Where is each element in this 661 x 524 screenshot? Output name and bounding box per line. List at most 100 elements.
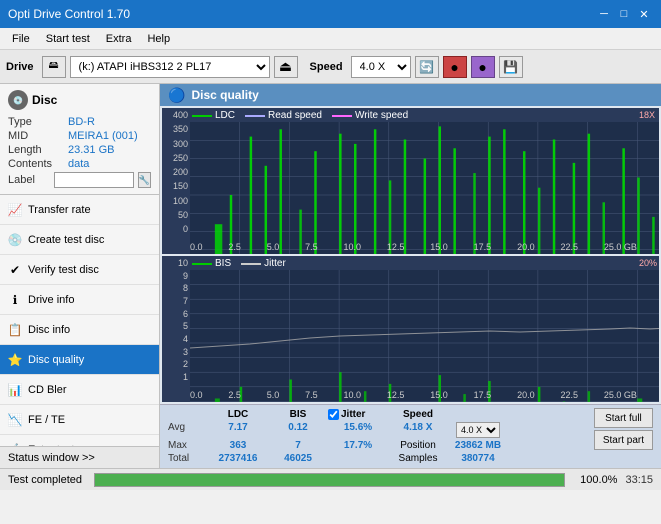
col-speed-header: Speed [388, 408, 448, 421]
label-edit-btn[interactable]: 🔧 [138, 172, 151, 188]
stats-header-row: LDC BIS Jitter Speed [168, 408, 586, 421]
sidebar-item-verify-test-disc[interactable]: ✔ Verify test disc [0, 255, 159, 285]
eject-button[interactable]: ⏏ [274, 56, 298, 78]
ldc-legend-color [192, 115, 212, 117]
speed-display-select[interactable]: 4.0 X [456, 422, 500, 438]
start-full-button[interactable]: Start full [594, 408, 653, 428]
progress-pct: 100.0% [577, 474, 617, 486]
red-btn[interactable]: ● [443, 56, 467, 78]
max-jitter: 17.7% [328, 439, 388, 452]
menu-start-test[interactable]: Start test [38, 28, 98, 49]
save-button[interactable]: 💾 [499, 56, 523, 78]
drive-select[interactable]: (k:) ATAPI iHBS312 2 PL17 [70, 56, 270, 78]
avg-jitter: 15.6% [328, 421, 388, 439]
menubar: File Start test Extra Help [0, 28, 661, 50]
drive-icon-btn[interactable]: 🖴 [42, 56, 66, 78]
disc-info-icon: 📋 [8, 323, 22, 337]
position-val: 23862 MB [448, 439, 508, 452]
sidebar-item-drive-info[interactable]: ℹ Drive info [0, 285, 159, 315]
stats-avg-row: Avg 7.17 0.12 15.6% 4.18 X 4.0 X [168, 421, 586, 439]
transfer-rate-icon: 📈 [8, 203, 22, 217]
col-bis-header: BIS [268, 408, 328, 421]
main-layout: 💿 Disc Type BD-R MID MEIRA1 (001) Length… [0, 84, 661, 468]
ldc-legend-item: LDC [192, 110, 235, 121]
bis-chart-legend: BIS Jitter [192, 258, 286, 269]
samples-val: 380774 [448, 452, 508, 465]
bis-legend-color [192, 263, 212, 265]
status-window-btn[interactable]: Status window >> [0, 446, 160, 468]
titlebar: Opti Drive Control 1.70 ─ □ ✕ [0, 0, 661, 28]
disc-quality-header: 🔵 Disc quality [160, 84, 661, 106]
stats-max-row: Max 363 7 17.7% Position 23862 MB [168, 439, 586, 452]
avg-bis: 0.12 [268, 421, 328, 439]
sidebar-item-create-test-disc[interactable]: 💿 Create test disc [0, 225, 159, 255]
start-part-button[interactable]: Start part [594, 430, 653, 450]
avg-ldc: 7.17 [208, 421, 268, 439]
stats-bar: LDC BIS Jitter Speed Avg 7.17 0.12 15.6%… [160, 404, 661, 468]
disc-length-row: Length 23.31 GB [8, 144, 151, 156]
disc-type-row: Type BD-R [8, 116, 151, 128]
ldc-chart-legend: LDC Read speed Write speed [192, 110, 408, 121]
stats-total-row: Total 2737416 46025 Samples 380774 [168, 452, 586, 465]
max-ldc: 363 [208, 439, 268, 452]
minimize-button[interactable]: ─ [595, 5, 613, 23]
ldc-chart: LDC Read speed Write speed 400 350 300 [162, 108, 659, 254]
disc-label-row: Label 🔧 [8, 172, 151, 188]
sidebar-item-extra-tests[interactable]: 🔬 Extra tests [0, 435, 159, 446]
bis-legend-item: BIS [192, 258, 231, 269]
max-bis: 7 [268, 439, 328, 452]
sidebar-item-cd-bler[interactable]: 📊 CD Bler [0, 375, 159, 405]
refresh-button[interactable]: 🔄 [415, 56, 439, 78]
time-display: 33:15 [625, 474, 653, 486]
stats-table: LDC BIS Jitter Speed Avg 7.17 0.12 15.6%… [168, 408, 586, 465]
cd-bler-icon: 📊 [8, 383, 22, 397]
toolbar: Drive 🖴 (k:) ATAPI iHBS312 2 PL17 ⏏ Spee… [0, 50, 661, 84]
disc-length-val: 23.31 GB [68, 144, 151, 156]
jitter-legend-item: Jitter [241, 258, 286, 269]
label-input[interactable] [54, 172, 134, 188]
bis-chart: BIS Jitter 10 9 8 7 6 5 4 3 [162, 256, 659, 402]
action-buttons: Start full Start part [594, 408, 653, 450]
jitter-checkbox[interactable] [328, 409, 339, 420]
maximize-button[interactable]: □ [615, 5, 633, 23]
purple-btn[interactable]: ● [471, 56, 495, 78]
read-speed-legend-item: Read speed [245, 110, 322, 121]
sidebar-item-fe-te[interactable]: 📉 FE / TE [0, 405, 159, 435]
status-text: Test completed [8, 474, 82, 486]
disc-icon: 💿 [8, 90, 28, 110]
drive-label: Drive [6, 61, 34, 73]
disc-quality-icon: ⭐ [8, 353, 22, 367]
col-jitter-header: Jitter [328, 408, 388, 421]
ldc-x-axis: 0.0 2.5 5.0 7.5 10.0 12.5 15.0 17.5 20.0… [190, 242, 637, 252]
read-speed-legend-color [245, 115, 265, 117]
window-controls: ─ □ ✕ [595, 5, 653, 23]
sidebar: 💿 Disc Type BD-R MID MEIRA1 (001) Length… [0, 84, 160, 468]
disc-mid-val: MEIRA1 (001) [68, 130, 151, 142]
menu-extra[interactable]: Extra [98, 28, 140, 49]
menu-help[interactable]: Help [139, 28, 178, 49]
close-button[interactable]: ✕ [635, 5, 653, 23]
jitter-legend-color [241, 263, 261, 265]
bis-x-axis: 0.0 2.5 5.0 7.5 10.0 12.5 15.0 17.5 20.0… [190, 390, 637, 400]
menu-file[interactable]: File [4, 28, 38, 49]
progress-bar-bg [94, 473, 565, 487]
disc-section: 💿 Disc Type BD-R MID MEIRA1 (001) Length… [0, 84, 159, 195]
bis-y-axis-left: 10 9 8 7 6 5 4 3 2 1 [162, 256, 190, 384]
create-disc-icon: 💿 [8, 233, 22, 247]
sidebar-item-transfer-rate[interactable]: 📈 Transfer rate [0, 195, 159, 225]
bis-chart-svg [190, 270, 659, 402]
write-speed-legend-color [332, 115, 352, 117]
ldc-y-axis-left: 400 350 300 250 200 150 100 50 0 [162, 108, 190, 236]
disc-title: Disc [32, 93, 57, 107]
total-bis: 46025 [268, 452, 328, 465]
status-bar: Test completed 100.0% 33:15 [0, 468, 661, 490]
write-speed-legend-item: Write speed [332, 110, 408, 121]
sidebar-item-disc-info[interactable]: 📋 Disc info [0, 315, 159, 345]
col-ldc-header: LDC [208, 408, 268, 421]
charts-container: LDC Read speed Write speed 400 350 300 [160, 106, 661, 404]
sidebar-item-disc-quality[interactable]: ⭐ Disc quality [0, 345, 159, 375]
speed-select[interactable]: 4.0 X [351, 56, 411, 78]
verify-disc-icon: ✔ [8, 263, 22, 277]
fe-te-icon: 📉 [8, 413, 22, 427]
ldc-chart-svg [190, 122, 659, 254]
